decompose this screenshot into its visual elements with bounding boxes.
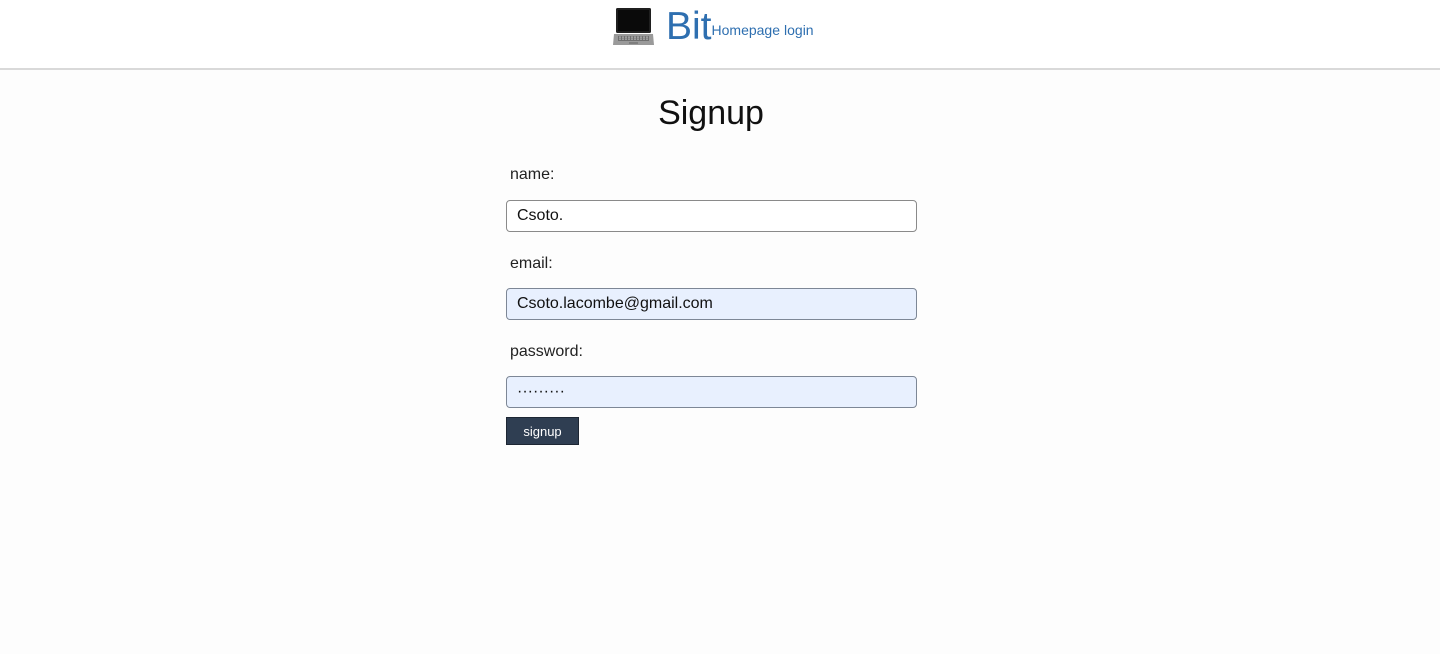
nav-link-homepage[interactable]: Homepage — [712, 22, 781, 38]
site-header: Bit Homepage login — [0, 0, 1440, 70]
nav-link-login[interactable]: login — [784, 22, 814, 38]
page-title: Signup — [658, 94, 764, 132]
name-label: name: — [510, 166, 555, 183]
password-label: password: — [510, 343, 583, 360]
nav-links: Homepage login — [712, 22, 814, 38]
signup-button[interactable]: signup — [506, 417, 579, 445]
email-label: email: — [510, 255, 553, 272]
brand-name[interactable]: Bit — [666, 7, 712, 47]
laptop-icon — [613, 8, 654, 45]
name-input[interactable] — [506, 200, 917, 232]
signup-page: Signup name: email: password: signup — [0, 70, 1440, 654]
password-input[interactable] — [506, 376, 917, 408]
email-input[interactable] — [506, 288, 917, 320]
header-nav: Bit Homepage login — [613, 6, 814, 48]
